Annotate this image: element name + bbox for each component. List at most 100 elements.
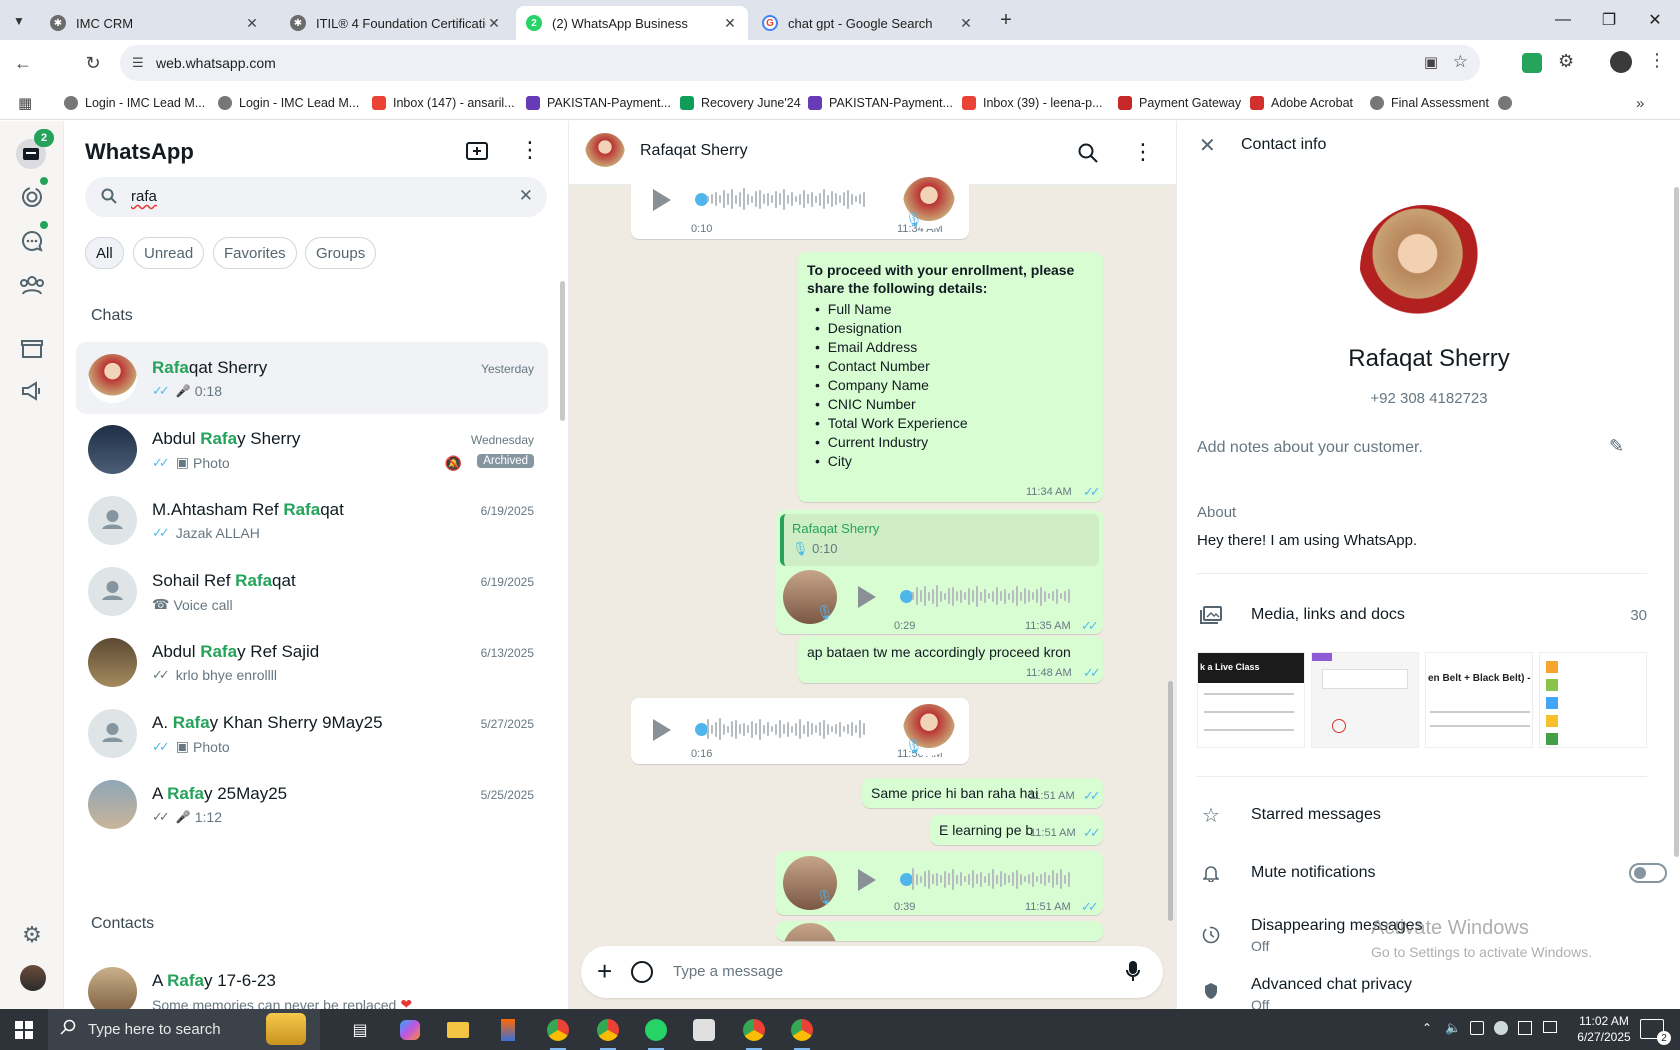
search-messages-icon[interactable] — [1078, 143, 1098, 168]
tray-chevron-icon[interactable]: ⌃ — [1422, 1021, 1432, 1035]
info-scrollbar[interactable] — [1674, 187, 1679, 857]
chat-list-scrollbar[interactable] — [560, 281, 565, 421]
chrome-taskbar-icon[interactable] — [786, 1015, 818, 1050]
bookmark-item[interactable]: Login - IMC Lead M... — [64, 92, 205, 114]
outgoing-enrollment-message[interactable]: To proceed with your enrollment, please … — [798, 252, 1103, 502]
bookmark-item[interactable]: Recovery June'24 — [680, 92, 801, 114]
copilot-icon[interactable] — [394, 1015, 426, 1045]
sticker-emoji-icon[interactable] — [631, 961, 653, 983]
conversation-contact-name[interactable]: Rafaqat Sherry — [640, 142, 748, 160]
snipping-tool-icon[interactable] — [688, 1015, 720, 1045]
voice-waveform[interactable] — [707, 718, 865, 740]
outgoing-voice-message[interactable]: 🎙 0:39 11:51 AM ✓✓ — [776, 851, 1103, 915]
bookmark-item[interactable]: PAKISTAN-Payment... — [808, 92, 953, 114]
new-tab-button[interactable]: + — [994, 8, 1018, 32]
status-icon[interactable] — [18, 183, 46, 211]
reload-icon[interactable]: ↻ — [78, 48, 108, 78]
play-icon[interactable] — [858, 869, 876, 891]
tray-network-icon[interactable] — [1494, 1021, 1508, 1035]
contact-avatar[interactable] — [585, 133, 625, 173]
bookmark-item[interactable]: Payment Gateway — [1118, 92, 1241, 114]
chat-row[interactable]: Sohail Ref Rafaqat 6/19/2025 ☎ Voice call — [76, 555, 548, 627]
voice-waveform[interactable] — [912, 585, 1070, 607]
play-icon[interactable] — [858, 586, 876, 608]
filter-all[interactable]: All — [85, 237, 124, 269]
edit-pencil-icon[interactable]: ✎ — [1609, 436, 1624, 457]
clock[interactable]: 11:02 AM 6/27/2025 — [1568, 1013, 1640, 1045]
new-chat-icon[interactable] — [466, 141, 488, 166]
outgoing-text-message[interactable]: E learning pe b 11:51 AM ✓✓ — [930, 815, 1103, 845]
message-input[interactable]: Type a message — [673, 963, 783, 980]
menu-dots-icon[interactable]: ⋮ — [519, 137, 541, 163]
browser-tab-itil[interactable]: ✱ ITIL® 4 Foundation Certification ✕ — [280, 6, 512, 40]
chrome-taskbar-icon[interactable] — [592, 1015, 624, 1050]
tray-app-icon[interactable] — [1518, 1021, 1532, 1035]
mute-toggle[interactable] — [1629, 863, 1667, 883]
close-tab-icon[interactable]: ✕ — [244, 15, 260, 32]
browser-menu-icon[interactable]: ⋮ — [1648, 50, 1666, 71]
apps-grid-icon[interactable]: ▦ — [18, 92, 32, 114]
close-tab-icon[interactable]: ✕ — [722, 15, 738, 32]
chat-row[interactable]: M.Ahtasham Ref Rafaqat 6/19/2025 ✓✓ Jazak A… — [76, 484, 548, 556]
microphone-icon[interactable] — [1126, 960, 1140, 987]
bookmark-item[interactable]: Final Assessment — [1370, 92, 1489, 114]
media-thumbnail[interactable] — [1311, 652, 1419, 748]
outgoing-text-message[interactable]: ap bataen tw me accordingly proceed kron… — [798, 636, 1103, 683]
bookmark-item[interactable]: PAKISTAN-Payment... — [526, 92, 671, 114]
file-explorer-icon[interactable] — [442, 1015, 474, 1045]
voice-waveform[interactable] — [707, 188, 865, 210]
customer-notes-field[interactable]: Add notes about your customer. — [1197, 439, 1423, 457]
minimize-window-icon[interactable]: — — [1540, 0, 1586, 40]
site-settings-icon[interactable]: ☰ — [132, 55, 144, 71]
tray-app-icon[interactable] — [1470, 1021, 1484, 1035]
contact-profile-photo[interactable] — [1360, 205, 1488, 333]
bookmark-item[interactable]: Inbox (39) - leena-p... — [962, 92, 1103, 114]
profile-avatar[interactable] — [1610, 51, 1632, 73]
address-bar[interactable]: ☰ web.whatsapp.com ▣ ☆ — [120, 45, 1480, 81]
browser-tab-imc-crm[interactable]: ✱ IMC CRM ✕ — [40, 6, 270, 40]
paint-app-icon[interactable] — [492, 1015, 524, 1045]
conversation-header[interactable]: Rafaqat Sherry ⋮ — [569, 121, 1176, 185]
outgoing-text-message[interactable]: Same price hi ban raha hai 11:51 AM ✓✓ — [862, 778, 1103, 808]
media-thumbnail[interactable] — [1539, 652, 1647, 748]
attach-plus-icon[interactable]: + — [597, 957, 612, 985]
profile-avatar[interactable] — [20, 965, 46, 991]
mute-notifications-row[interactable]: Mute notifications — [1197, 853, 1667, 893]
install-app-icon[interactable]: ▣ — [1424, 53, 1438, 71]
play-icon[interactable] — [653, 189, 671, 211]
bookmark-item[interactable]: Login - IMC Lead M... — [218, 92, 359, 114]
chat-row[interactable]: Rafaqat Sherry Yesterday ✓✓ 🎤 0:18 — [76, 342, 548, 414]
quoted-message[interactable]: Rafaqat Sherry 🎙 0:10 — [780, 514, 1099, 566]
bookmark-star-icon[interactable]: ☆ — [1453, 52, 1468, 72]
incoming-voice-message[interactable]: 0:16 11:50 AM 🎙 — [631, 698, 969, 764]
chat-row[interactable]: A Rafay 25May25 5/25/2025 ✓✓ 🎤 1:12 — [76, 768, 548, 840]
media-thumbnail[interactable]: en Belt + Black Belt) - I — [1425, 652, 1533, 748]
extension-whatsapp-icon[interactable] — [1522, 53, 1542, 73]
media-links-docs-row[interactable]: Media, links and docs 30 — [1197, 595, 1647, 635]
bookmark-item[interactable]: Adobe Acrobat — [1250, 92, 1353, 114]
filter-unread[interactable]: Unread — [133, 237, 205, 269]
browser-tab-whatsapp[interactable]: 2 (2) WhatsApp Business ✕ — [516, 6, 748, 40]
extensions-puzzle-icon[interactable]: ⚙ — [1558, 51, 1574, 72]
chrome-taskbar-icon[interactable] — [738, 1015, 770, 1050]
outgoing-reply-voice-message[interactable]: Rafaqat Sherry 🎙 0:10 🎙 0:29 11:35 AM ✓✓ — [776, 510, 1103, 634]
advanced-chat-privacy-row[interactable]: Advanced chat privacy Off — [1197, 976, 1647, 1009]
close-window-icon[interactable]: ✕ — [1632, 0, 1678, 40]
conversation-scrollbar[interactable] — [1168, 681, 1173, 921]
tray-display-icon[interactable] — [1543, 1021, 1557, 1033]
whatsapp-taskbar-icon[interactable] — [640, 1015, 672, 1050]
close-tab-icon[interactable]: ✕ — [486, 15, 502, 32]
more-bookmarks-icon[interactable]: » — [1636, 92, 1644, 114]
task-view-icon[interactable]: ▤ — [344, 1015, 376, 1045]
starred-messages-row[interactable]: ☆ Starred messages — [1197, 795, 1647, 835]
search-input[interactable]: rafa — [131, 188, 157, 205]
search-box[interactable]: rafa ✕ — [85, 177, 547, 217]
advertise-megaphone-icon[interactable] — [18, 377, 46, 405]
bookmark-favicon-icon[interactable] — [1498, 92, 1519, 114]
conversation-menu-icon[interactable]: ⋮ — [1132, 139, 1154, 165]
restore-window-icon[interactable]: ❐ — [1586, 0, 1632, 40]
chat-row[interactable]: Abdul Rafay Ref Sajid 6/13/2025 ✓✓ krlo bhy… — [76, 626, 548, 698]
voice-waveform[interactable] — [912, 868, 1070, 890]
clear-search-icon[interactable]: ✕ — [519, 186, 533, 206]
outgoing-voice-message[interactable] — [776, 921, 1103, 941]
